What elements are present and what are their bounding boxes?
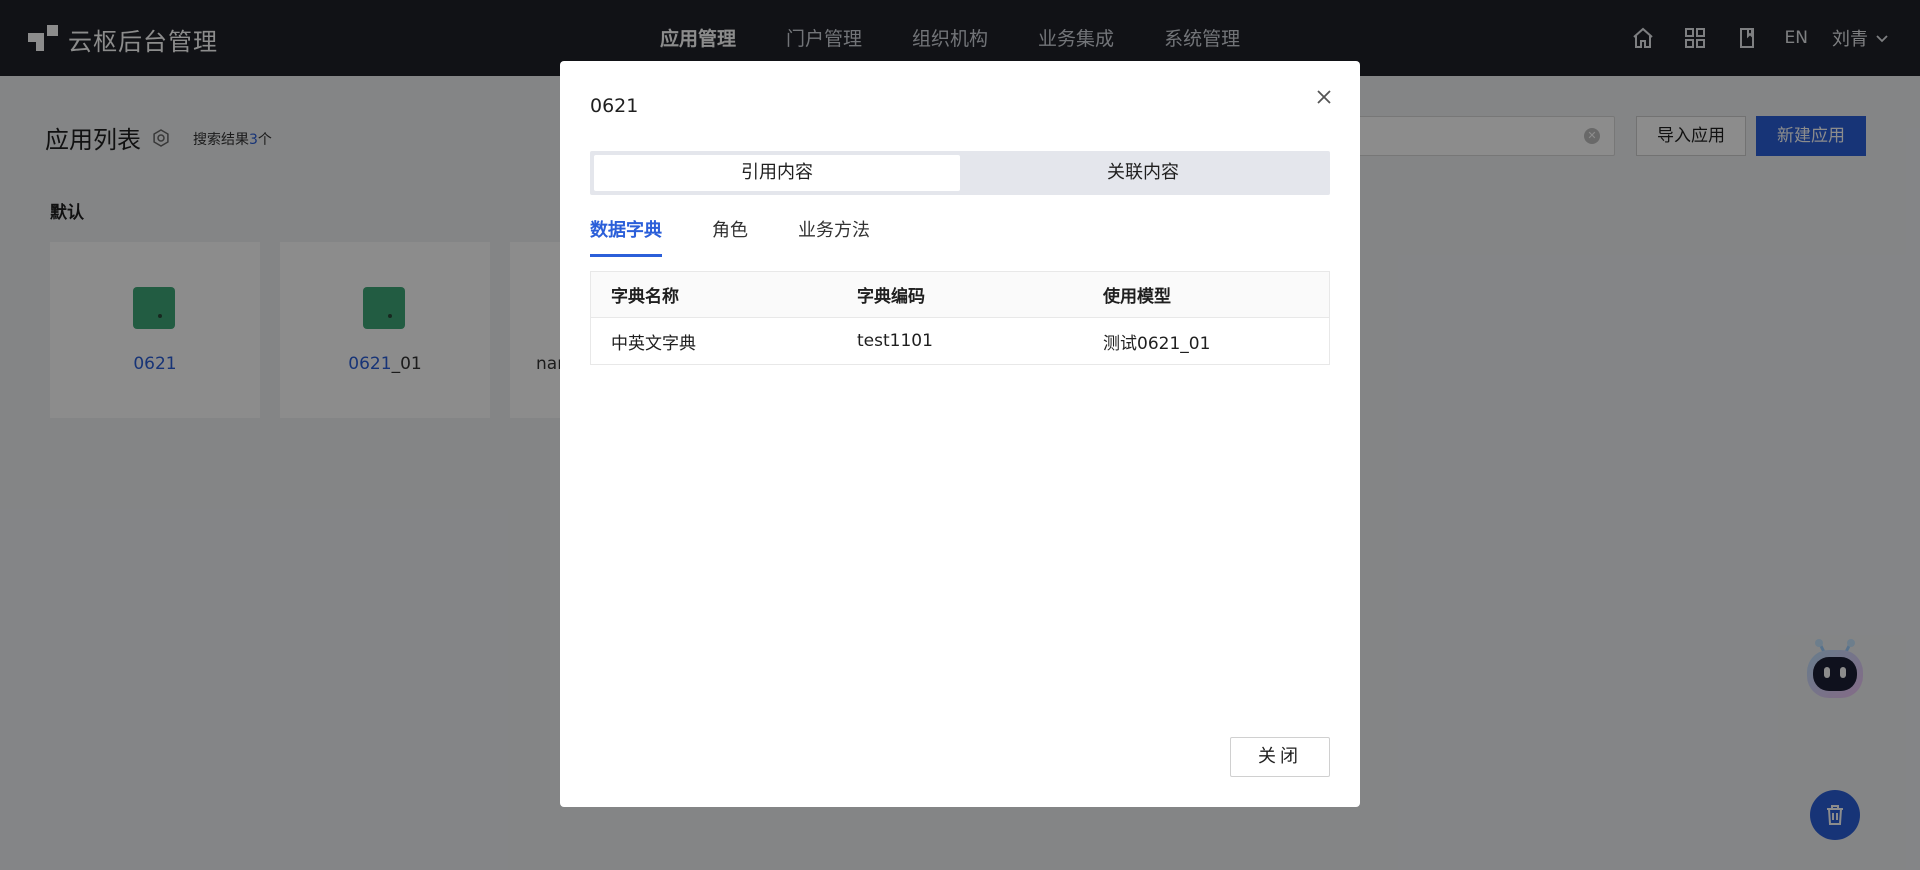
- tab-roles[interactable]: 角色: [712, 216, 748, 257]
- column-header-dict-name: 字典名称: [611, 287, 679, 307]
- segment-related-content[interactable]: 关联内容: [960, 155, 1326, 191]
- content-segment-switch: 引用内容 关联内容: [590, 151, 1330, 195]
- close-button[interactable]: 关闭: [1230, 737, 1330, 777]
- cell-model: 测试0621_01: [1103, 333, 1211, 354]
- column-header-dict-code: 字典编码: [857, 287, 925, 307]
- table-row: 中英文字典 test1101 测试0621_01: [591, 318, 1329, 364]
- dialog-title: 0621: [590, 95, 639, 117]
- cell-dict-code: test1101: [857, 331, 933, 351]
- segment-referenced-content[interactable]: 引用内容: [594, 155, 960, 191]
- tab-data-dictionary[interactable]: 数据字典: [590, 216, 662, 257]
- cell-dict-name: 中英文字典: [611, 333, 696, 354]
- tab-business-methods[interactable]: 业务方法: [798, 216, 870, 257]
- table-header-row: 字典名称 字典编码 使用模型: [591, 272, 1329, 318]
- references-dialog: 0621 引用内容 关联内容 数据字典 角色 业务方法 字典名称 字典编码 使用…: [560, 61, 1360, 807]
- close-icon[interactable]: [1312, 85, 1336, 109]
- column-header-model: 使用模型: [1103, 287, 1171, 307]
- dictionary-table: 字典名称 字典编码 使用模型 中英文字典 test1101 测试0621_01: [590, 271, 1330, 365]
- dialog-tabs: 数据字典 角色 业务方法: [590, 216, 920, 257]
